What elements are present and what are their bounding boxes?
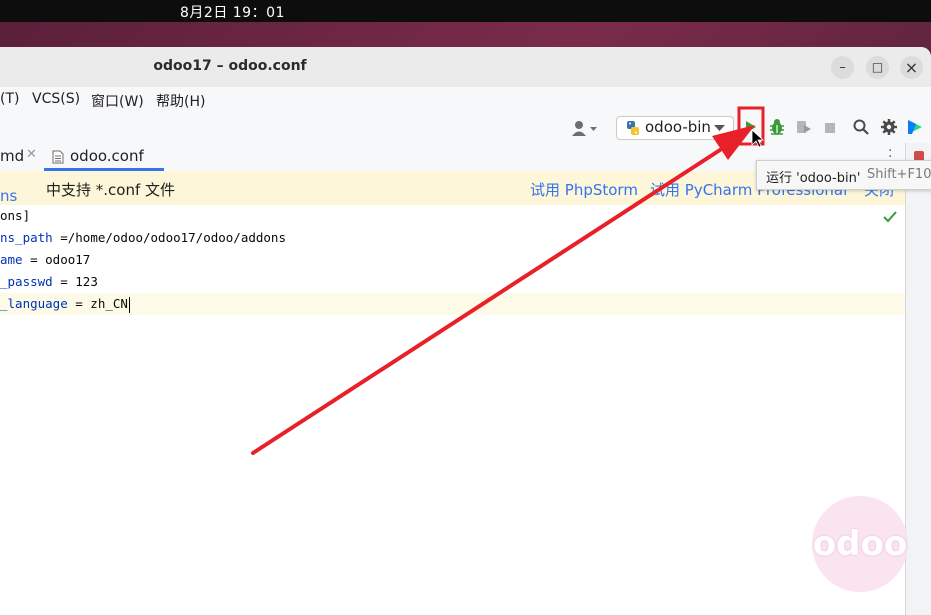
main-toolbar: odoo-bin [0, 113, 931, 143]
menu-item-help[interactable]: 帮助(H) [156, 91, 205, 111]
jetbrains-toolbox-button[interactable] [906, 118, 924, 136]
stop-button[interactable] [822, 118, 838, 136]
code-editor[interactable]: ons] ns_path =/home/odoo/odoo17/odoo/add… [0, 205, 905, 615]
play-icon [746, 121, 756, 133]
text-caret [128, 296, 131, 313]
checkmark-icon [883, 211, 897, 223]
code-line: ns_path =/home/odoo/odoo17/odoo/addons [0, 230, 286, 245]
right-tool-strip [905, 143, 931, 615]
close-icon[interactable]: ✕ [26, 147, 37, 162]
watermark-text: odoo [812, 524, 908, 564]
window-title: odoo17 – odoo.conf [153, 58, 307, 74]
search-icon [853, 119, 869, 135]
code-line-current: _language = zh_CN [0, 293, 905, 315]
run-button[interactable] [741, 117, 759, 137]
banner-message: 中支持 *.conf 文件 [46, 181, 176, 199]
file-icon [52, 150, 64, 164]
code-line: ame = odoo17 [0, 252, 91, 267]
minimize-button[interactable]: – [831, 56, 854, 79]
tooltip-shortcut: Shift+F10 [867, 167, 931, 182]
watermark-logo: odoo [812, 496, 908, 592]
menu-item-tools[interactable]: (T) [0, 91, 19, 107]
debug-button[interactable] [768, 118, 786, 136]
chevron-down-icon [714, 125, 725, 131]
tab-md[interactable]: md ✕ [0, 143, 42, 171]
settings-button[interactable] [880, 118, 898, 136]
title-bar: odoo17 – odoo.conf – □ × [0, 47, 931, 88]
bug-icon [770, 119, 784, 135]
ide-window: odoo17 – odoo.conf – □ × (T) VCS(S) 窗口(W… [0, 47, 931, 615]
python-icon [627, 121, 639, 135]
system-clock[interactable]: 8月2日 19：01 [180, 2, 285, 22]
menu-item-vcs[interactable]: VCS(S) [32, 91, 80, 107]
coverage-button[interactable] [795, 118, 813, 136]
run-configuration-select[interactable]: odoo-bin [616, 116, 734, 140]
menu-item-window[interactable]: 窗口(W) [91, 91, 144, 111]
code-line: ons] [0, 208, 31, 223]
gear-icon [881, 119, 897, 135]
run-configuration-label: odoo-bin [645, 118, 711, 136]
search-button[interactable] [852, 118, 870, 136]
jetbrains-icon [908, 120, 922, 134]
tab-odoo-conf[interactable]: odoo.conf [44, 143, 164, 171]
code-line: _passwd = 123 [0, 274, 98, 289]
tab-label: odoo.conf [70, 147, 144, 165]
system-top-bar: 8月2日 19：01 [0, 0, 931, 22]
try-phpstorm-link[interactable]: 试用 PhpStorm [530, 179, 638, 200]
run-tooltip: 运行 'odoo-bin' Shift+F10 [756, 160, 931, 190]
menu-bar: (T) VCS(S) 窗口(W) 帮助(H) [0, 87, 931, 113]
maximize-button[interactable]: □ [866, 56, 889, 79]
user-icon[interactable] [571, 119, 599, 137]
tooltip-text: 运行 'odoo-bin' [766, 171, 861, 186]
run-with-coverage-icon [797, 121, 811, 133]
tab-label: md [0, 147, 25, 165]
close-button[interactable]: × [900, 56, 923, 79]
stop-icon [825, 123, 835, 133]
